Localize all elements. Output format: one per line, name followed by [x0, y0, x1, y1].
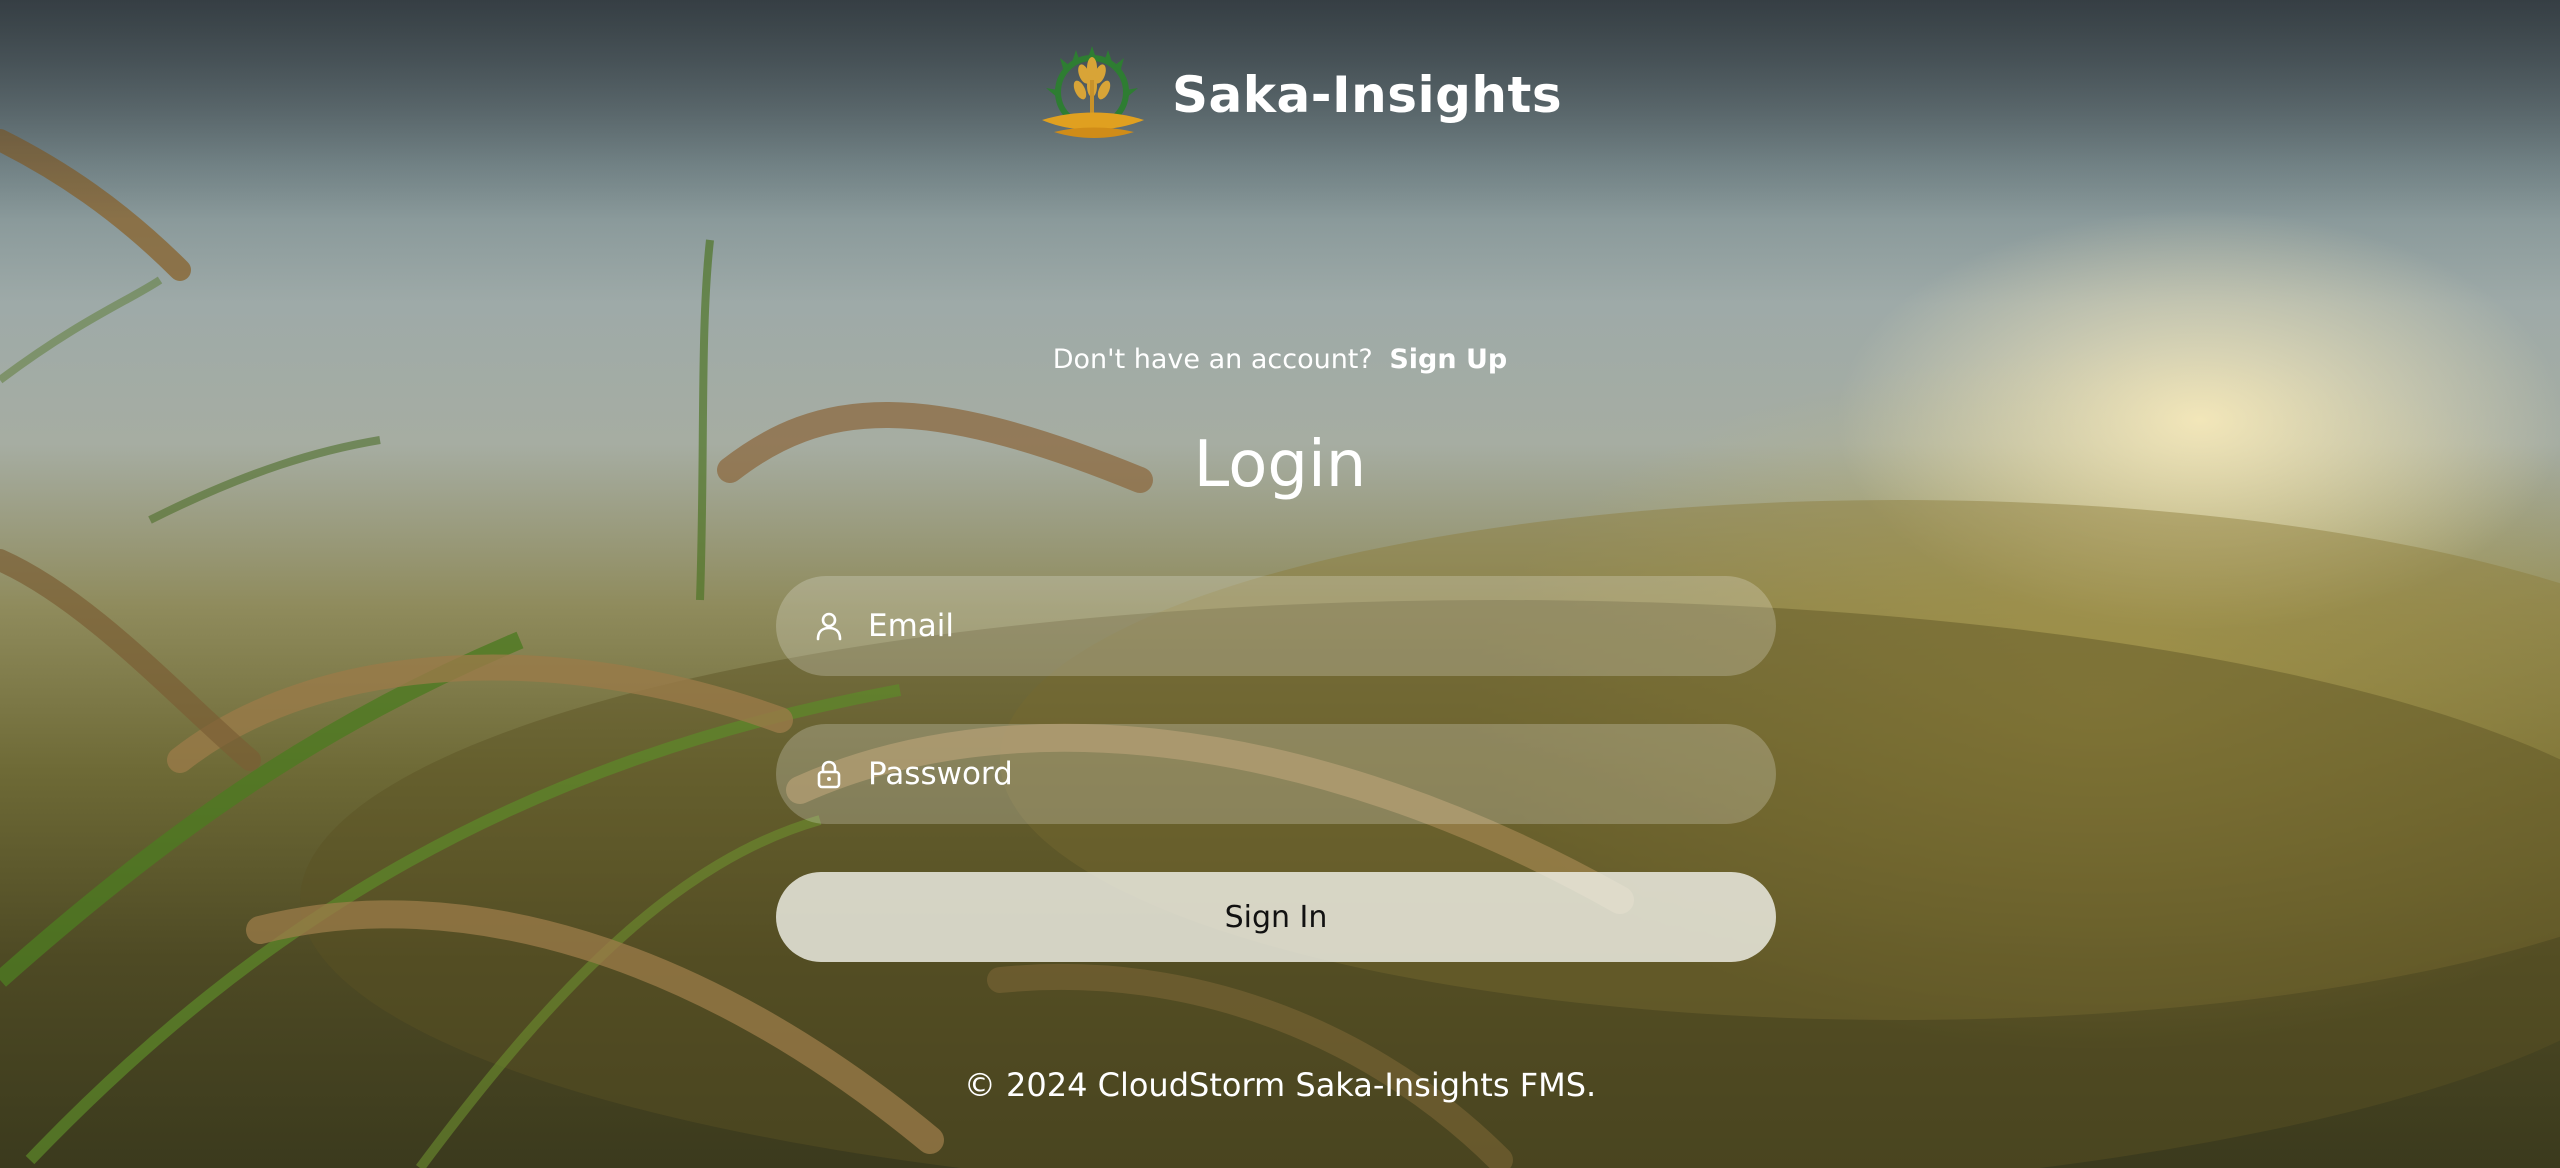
password-input[interactable] — [866, 755, 1776, 793]
login-page: Saka-Insights Don't have an account? Sig… — [0, 0, 2560, 1168]
user-icon — [816, 612, 842, 641]
password-field-container[interactable] — [776, 724, 1776, 824]
signup-link[interactable]: Sign Up — [1389, 344, 1507, 375]
brand-name: Saka-Insights — [1172, 66, 1563, 124]
login-title: Login — [1193, 428, 1367, 502]
signup-prompt-text: Don't have an account? — [1052, 344, 1373, 375]
wheat-sun-logo-icon — [1042, 46, 1144, 138]
email-field-container[interactable] — [776, 576, 1776, 676]
signup-prompt: Don't have an account? Sign Up — [0, 344, 2560, 375]
footer-copyright: © 2024 CloudStorm Saka-Insights FMS. — [963, 1066, 1597, 1104]
sign-in-button[interactable]: Sign In — [776, 872, 1776, 962]
lock-icon — [817, 760, 841, 789]
email-input[interactable] — [866, 607, 1776, 645]
brand-header: Saka-Insights — [1034, 40, 1562, 150]
